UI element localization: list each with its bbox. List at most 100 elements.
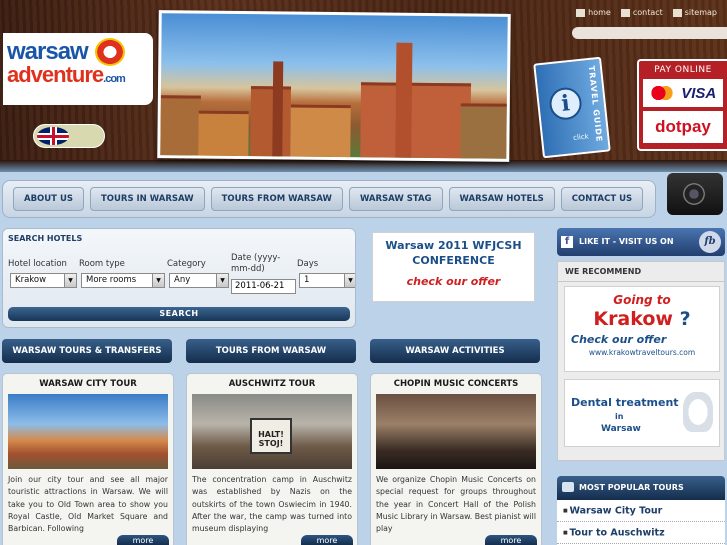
banner-line3: check our offer	[406, 275, 501, 288]
hotel-location-select[interactable]: Krakow ▼	[10, 273, 77, 288]
banner-line1: Warsaw 2011 WFJCSH	[385, 239, 522, 252]
search-button[interactable]: SEARCH	[8, 307, 350, 321]
top-links: home contact sitemap	[576, 8, 717, 17]
sitemap-icon	[672, 8, 682, 17]
date-label: Date (yyyy-mm-dd)	[231, 253, 281, 274]
card-title[interactable]: WARSAW CITY TOUR	[3, 379, 173, 389]
toplink-home-label: home	[588, 8, 611, 17]
popular-item-tour-to-auschwitz[interactable]: Tour to Auschwitz	[557, 522, 725, 544]
dotpay-logo[interactable]: dotpay	[643, 111, 723, 143]
hero-building	[250, 86, 291, 157]
chevron-down-icon: ▼	[152, 274, 164, 287]
main-nav: ABOUT US TOURS IN WARSAW TOURS FROM WARS…	[2, 180, 656, 218]
camera-icon	[667, 173, 723, 215]
room-type-select[interactable]: More rooms ▼	[81, 273, 165, 288]
card-title[interactable]: AUSCHWITZ TOUR	[187, 379, 357, 389]
site-logo[interactable]: warsaw adventure.com	[3, 33, 153, 105]
nav-tours-in-warsaw[interactable]: TOURS IN WARSAW	[89, 187, 205, 211]
card-photo-city[interactable]	[8, 394, 168, 469]
room-type-value: More rooms	[86, 275, 137, 285]
card-payment-logos[interactable]: VISA	[643, 79, 723, 107]
krakow-banner[interactable]: Going to Krakow ? Check our offer www.kr…	[564, 286, 720, 372]
more-button[interactable]: more	[485, 535, 537, 545]
toplink-home[interactable]: home	[576, 8, 611, 17]
dental-banner[interactable]: Dental treatment in Warsaw	[564, 379, 720, 447]
header-divider	[0, 160, 727, 172]
card-text: Join our city tour and see all major tou…	[8, 475, 168, 534]
most-popular-title: MOST POPULAR TOURS	[579, 483, 684, 492]
facebook-like-button[interactable]: f LIKE IT - VISIT US ON fb	[557, 228, 725, 256]
hero-building	[460, 103, 507, 159]
tooth-icon	[683, 392, 713, 432]
date-input[interactable]: 2011-06-21	[231, 279, 296, 294]
site-search-input[interactable]	[572, 27, 727, 39]
days-label: Days	[297, 259, 319, 269]
hero-church-tower	[272, 61, 284, 157]
room-type-label: Room type	[79, 259, 125, 269]
pay-online-title: PAY ONLINE	[654, 65, 712, 75]
halt-sign: HALT! STOJ!	[250, 418, 292, 454]
more-button[interactable]: more	[301, 535, 353, 545]
nav-about-us[interactable]: ABOUT US	[13, 187, 84, 211]
hero-photo-warsaw-old-town	[160, 13, 508, 159]
krakow-url: www.krakowtraveltours.com	[588, 348, 696, 357]
uk-flag-icon[interactable]	[37, 127, 69, 145]
toplink-sitemap[interactable]: sitemap	[672, 8, 717, 17]
we-recommend-title: WE RECOMMEND	[558, 262, 724, 282]
card-auschwitz-tour: AUSCHWITZ TOUR HALT! STOJ! The concentra…	[186, 373, 358, 545]
hero-castle	[360, 82, 472, 159]
section-warsaw-tours-transfers[interactable]: WARSAW TOURS & TRANSFERS	[2, 339, 172, 363]
section-warsaw-activities[interactable]: WARSAW ACTIVITIES	[370, 339, 540, 363]
card-chopin-concerts: CHOPIN MUSIC CONCERTS We organize Chopin…	[370, 373, 542, 545]
chevron-down-icon: ▼	[344, 274, 355, 287]
hero-castle-tower	[395, 42, 413, 158]
krakow-line3: Check our offer	[571, 333, 667, 346]
hero-building	[290, 104, 351, 158]
visa-logo: VISA	[681, 84, 717, 102]
hotel-location-label: Hotel location	[8, 259, 67, 269]
days-select[interactable]: 1 ▼	[299, 273, 355, 288]
dental-line1: Dental treatment	[571, 396, 679, 409]
dental-line2: in	[615, 412, 624, 421]
logo-sun-icon	[95, 38, 125, 66]
mastercard-icon	[649, 85, 674, 101]
popular-item-warsaw-city-tour[interactable]: Warsaw City Tour	[557, 500, 725, 522]
nav-warsaw-hotels[interactable]: WARSAW HOTELS	[448, 187, 555, 211]
we-recommend-panel: WE RECOMMEND Going to Krakow ? Check our…	[557, 261, 725, 461]
toplink-contact-label: contact	[632, 8, 663, 17]
search-hotels-title: SEARCH HOTELS	[8, 234, 83, 243]
card-text: We organize Chopin Music Concerts on spe…	[376, 475, 536, 534]
logo-suffix: .com	[103, 73, 126, 85]
chevron-down-icon: ▼	[216, 274, 228, 287]
banner-line2: CONFERENCE	[412, 254, 495, 267]
hero-building	[198, 110, 249, 157]
toplink-contact[interactable]: contact	[620, 8, 663, 17]
logo-line2-text: adventure	[7, 62, 104, 87]
category-select[interactable]: Any ▼	[169, 273, 229, 288]
card-photo-chopin[interactable]	[376, 394, 536, 469]
category-label: Category	[167, 259, 206, 269]
nav-contact-us[interactable]: CONTACT US	[560, 187, 644, 211]
category-value: Any	[174, 275, 191, 285]
most-popular-tours-header: MOST POPULAR TOURS	[557, 476, 725, 500]
krakow-line2: Krakow ?	[565, 308, 719, 330]
pay-online-panel[interactable]: PAY ONLINE VISA dotpay	[637, 59, 727, 151]
chevron-down-icon: ▼	[64, 274, 76, 287]
krakow-line1: Going to	[613, 293, 671, 307]
wfcjsh-conference-banner[interactable]: Warsaw 2011 WFJCSH CONFERENCE check our …	[372, 232, 535, 302]
language-switcher[interactable]	[33, 124, 105, 148]
section-tours-from-warsaw[interactable]: TOURS FROM WARSAW	[186, 339, 356, 363]
nav-warsaw-stag[interactable]: WARSAW STAG	[348, 187, 443, 211]
card-photo-auschwitz[interactable]: HALT! STOJ!	[192, 394, 352, 469]
travel-guide-button[interactable]: TRAVEL GUIDE i click	[533, 56, 611, 159]
nav-tours-from-warsaw[interactable]: TOURS FROM WARSAW	[210, 187, 343, 211]
card-title[interactable]: CHOPIN MUSIC CONCERTS	[371, 379, 541, 389]
popular-tours-list: Warsaw City Tour Tour to Auschwitz	[557, 500, 725, 545]
facebook-like-label: LIKE IT - VISIT US ON	[579, 237, 674, 246]
card-text: The concentration camp in Auschwitz was …	[192, 475, 352, 534]
hero-building	[160, 95, 201, 156]
dental-line3: Warsaw	[601, 424, 641, 434]
logo-line2: adventure.com	[7, 62, 149, 88]
more-button[interactable]: more	[117, 535, 169, 545]
mail-icon	[620, 8, 630, 17]
